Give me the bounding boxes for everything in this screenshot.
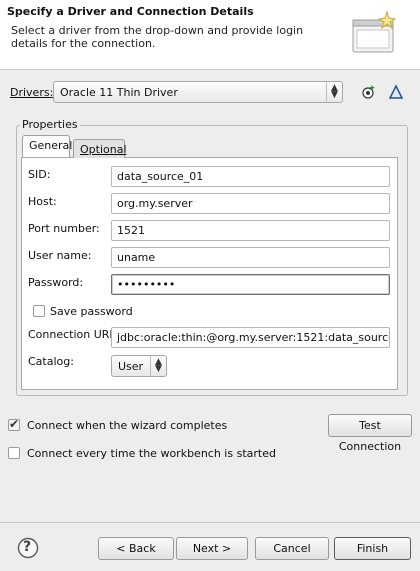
user-name-field[interactable]: uname — [111, 247, 390, 268]
help-icon[interactable]: ? — [17, 537, 39, 559]
tab-general-label: General — [29, 139, 73, 152]
connect-on-start-label: Connect every time the workbench is star… — [27, 447, 276, 460]
host-label: Host: — [28, 195, 57, 208]
catalog-label: Catalog: — [28, 355, 74, 368]
edit-driver-triangle-icon[interactable] — [388, 84, 404, 100]
cancel-button[interactable]: Cancel — [255, 537, 329, 560]
help-icon-glyph: ? — [23, 539, 32, 555]
connection-url-field[interactable]: jdbc:oracle:thin:@org.my.server:1521:dat… — [111, 327, 390, 348]
password-field[interactable]: ••••••••• — [111, 274, 390, 295]
finish-button[interactable]: Finish — [334, 537, 411, 560]
drivers-dropdown[interactable]: Oracle 11 Thin Driver ▲ ▼ — [53, 81, 343, 103]
connection-url-label: Connection URL: — [28, 328, 120, 341]
database-connection-wizard-icon — [349, 10, 399, 62]
port-number-label: Port number: — [28, 222, 100, 235]
banner-title: Specify a Driver and Connection Details — [7, 5, 254, 18]
new-driver-icon[interactable] — [360, 84, 376, 100]
drivers-label: Drivers: — [10, 86, 53, 99]
drivers-label-text: Drivers: — [10, 86, 54, 99]
user-name-label: User name: — [28, 249, 92, 262]
tab-optional-label: Optional — [80, 143, 127, 156]
sid-label: SID: — [28, 168, 51, 181]
banner-description: Select a driver from the drop-down and p… — [11, 24, 304, 50]
test-connection-button[interactable]: Test Connection — [328, 414, 412, 453]
host-field[interactable]: org.my.server — [111, 193, 390, 214]
connect-on-start-checkbox[interactable] — [8, 447, 20, 459]
tab-general[interactable]: General — [22, 135, 73, 157]
next-button[interactable]: Next > — [176, 537, 248, 560]
back-button[interactable]: < Back — [98, 537, 174, 560]
save-password-checkbox[interactable] — [33, 305, 45, 317]
save-password-label: Save password — [50, 305, 133, 318]
chevron-updown-icon: ▲ ▼ — [326, 82, 342, 102]
catalog-dropdown[interactable]: User ▲ ▼ — [111, 355, 167, 377]
catalog-dropdown-value: User — [118, 359, 144, 373]
drivers-dropdown-value: Oracle 11 Thin Driver — [60, 85, 178, 99]
footer-separator — [0, 522, 420, 523]
password-label: Password: — [28, 276, 84, 289]
connect-on-finish-label: Connect when the wizard completes — [27, 419, 228, 432]
connect-on-finish-checkbox[interactable] — [8, 417, 20, 431]
chevron-updown-icon: ▲ ▼ — [150, 356, 166, 376]
sid-field[interactable]: data_source_01 — [111, 166, 390, 187]
port-number-field[interactable]: 1521 — [111, 220, 390, 241]
tab-optional[interactable]: Optional — [73, 139, 127, 158]
properties-group-label: Properties — [20, 118, 80, 131]
